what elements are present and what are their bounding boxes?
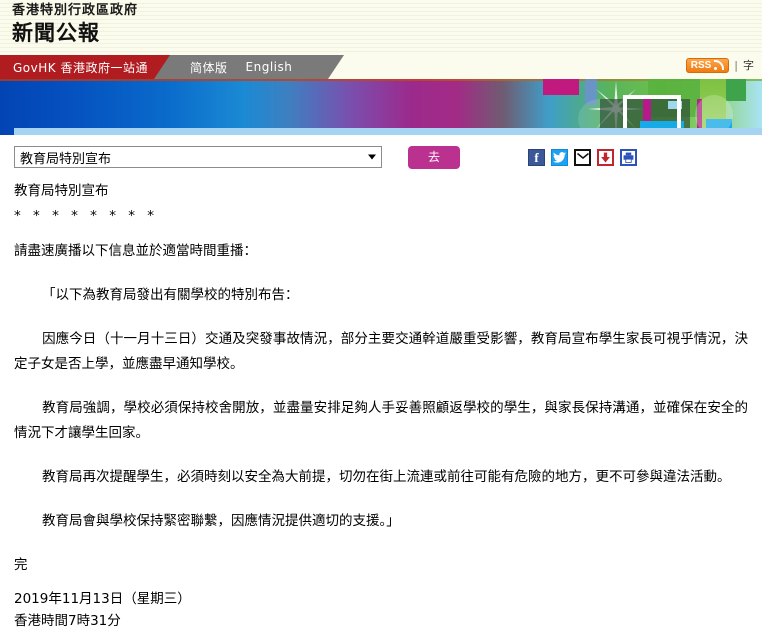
tools-separator: | bbox=[734, 58, 738, 72]
print-icon[interactable] bbox=[620, 148, 637, 166]
article-paragraph-text: 教育局會與學校保持緊密聯繫，因應情況提供適切的支援。」 bbox=[42, 513, 400, 529]
topic-controls-row: 教育局特別宣布 去 f bbox=[0, 135, 762, 179]
download-arrow-glyph bbox=[601, 152, 610, 162]
header-tools: RSS | 字 bbox=[685, 57, 754, 73]
chevron-down-icon bbox=[368, 154, 376, 160]
banner-shape-green-c bbox=[726, 79, 746, 101]
printer-glyph bbox=[623, 152, 634, 163]
article-paragraph: 教育局強調，學校必須保持校舍開放，並盡量安排足夠人手妥善照顧返學校的學生，與家長… bbox=[14, 396, 748, 446]
article-paragraph: 教育局會與學校保持緊密聯繫，因應情況提供適切的支援。」 bbox=[14, 509, 748, 534]
article-paragraph-text: 「以下為教育局發出有關學校的特別布告： bbox=[42, 287, 299, 303]
rss-icon bbox=[713, 59, 725, 71]
article-paragraph: 「以下為教育局發出有關學校的特別布告： bbox=[14, 283, 748, 308]
article-paragraph-text: 教育局再次提醒學生，必須時刻以安全為大前提，切勿在街上流連或前往可能有危險的地方… bbox=[42, 469, 731, 485]
twitter-icon[interactable] bbox=[551, 148, 568, 166]
article-body: 教育局特別宣布 * * * * * * * * 請盡速廣播以下信息並於適當時間重… bbox=[0, 179, 762, 632]
email-icon[interactable] bbox=[574, 148, 591, 166]
envelope-glyph bbox=[576, 152, 589, 159]
facebook-icon[interactable]: f bbox=[528, 148, 545, 166]
download-icon[interactable] bbox=[597, 148, 614, 166]
site-header: 香港特別行政區政府 新聞公報 bbox=[0, 0, 762, 55]
social-share-row: f bbox=[528, 148, 637, 166]
article-star-divider: * * * * * * * * bbox=[14, 208, 159, 224]
rss-button[interactable]: RSS bbox=[685, 57, 730, 73]
topic-select[interactable]: 教育局特別宣布 bbox=[14, 146, 382, 168]
nav-link-english[interactable]: English bbox=[246, 60, 293, 74]
article-paragraph: 因應今日（十一月十三日）交通及突發事故情況，部分主要交通幹道嚴重受影響，教育局宣… bbox=[14, 327, 748, 377]
article-date: 2019年11月13日（星期三） bbox=[14, 591, 191, 607]
article-title: 教育局特別宣布 bbox=[14, 183, 109, 199]
article-lead: 請盡速廣播以下信息並於適當時間重播： bbox=[14, 243, 257, 259]
nav-tab-govhk-label: GovHK 香港政府一站通 bbox=[13, 60, 148, 75]
nav-tab-govhk[interactable]: GovHK 香港政府一站通 bbox=[0, 55, 170, 79]
banner-shape-magenta-square bbox=[543, 79, 579, 95]
nav-link-simplified[interactable]: 简体版 bbox=[190, 59, 228, 76]
rss-label: RSS bbox=[690, 59, 712, 71]
article-time: 香港時間7時31分 bbox=[14, 613, 121, 629]
top-navigation: GovHK 香港政府一站通 简体版 English bbox=[0, 55, 762, 79]
article-paragraph-text: 因應今日（十一月十三日）交通及突發事故情況，部分主要交通幹道嚴重受影響，教育局宣… bbox=[14, 331, 748, 372]
decorative-banner bbox=[0, 79, 762, 135]
facebook-glyph: f bbox=[534, 149, 539, 165]
nav-language-links: 简体版 English bbox=[190, 55, 292, 79]
twitter-bird-glyph bbox=[553, 151, 566, 163]
article-paragraph-text: 教育局強調，學校必須保持校舍開放，並盡量安排足夠人手妥善照顧返學校的學生，與家長… bbox=[14, 400, 748, 441]
article-end-mark: 完 bbox=[14, 557, 28, 573]
banner-bottom-strip bbox=[14, 128, 762, 135]
go-button[interactable]: 去 bbox=[408, 145, 460, 169]
font-size-control[interactable]: 字 bbox=[743, 57, 754, 73]
site-logo[interactable]: 香港特別行政區政府 新聞公報 bbox=[12, 2, 138, 47]
article-paragraph: 教育局再次提醒學生，必須時刻以安全為大前提，切勿在街上流連或前往可能有危險的地方… bbox=[14, 465, 748, 490]
site-title: 新聞公報 bbox=[12, 21, 100, 45]
topic-select-value: 教育局特別宣布 bbox=[20, 151, 112, 167]
government-name: 香港特別行政區政府 bbox=[12, 3, 139, 18]
